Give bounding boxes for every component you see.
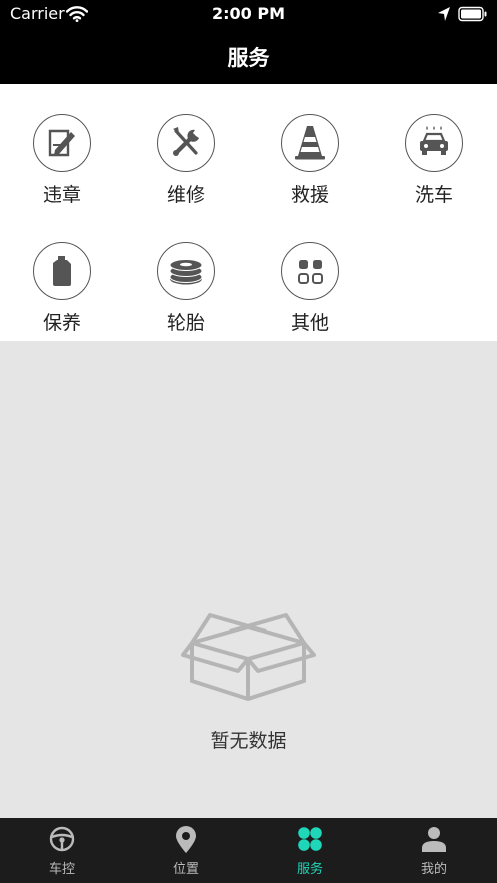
service-label: 保养 [42, 312, 81, 334]
location-arrow-icon [437, 6, 451, 26]
violation-edit-icon [33, 114, 91, 172]
tab-label: 车控 [48, 862, 75, 877]
steering-wheel-icon [49, 826, 75, 856]
service-label: 轮胎 [166, 312, 205, 334]
empty-state-text: 暂无数据 [210, 730, 287, 752]
grid-apps-icon [281, 242, 339, 300]
person-icon [421, 826, 447, 856]
service-label: 其他 [290, 312, 329, 334]
service-repair[interactable]: 维修 [124, 114, 248, 224]
service-rescue[interactable]: 救援 [248, 114, 372, 224]
service-maintenance[interactable]: 保养 [0, 242, 124, 352]
tab-label: 服务 [296, 862, 323, 877]
empty-state: 暂无数据 [0, 341, 497, 818]
nav-bar: 服务 [0, 28, 497, 84]
tab-services[interactable]: 服务 [248, 818, 372, 883]
tab-profile[interactable]: 我的 [372, 818, 496, 883]
location-pin-icon [173, 826, 199, 858]
service-label: 救援 [290, 184, 329, 206]
car-wash-icon [405, 114, 463, 172]
services-grid: 违章 维修 救援 洗车 保养 轮胎 其他 [0, 84, 497, 341]
service-other[interactable]: 其他 [248, 242, 372, 352]
tab-location[interactable]: 位置 [124, 818, 248, 883]
service-label: 洗车 [414, 184, 453, 206]
status-time: 2:00 PM [211, 4, 285, 23]
tab-vehicle-control[interactable]: 车控 [0, 818, 124, 883]
tab-bar: 车控 位置 服务 我的 [0, 818, 497, 883]
tab-label: 位置 [172, 862, 199, 877]
service-tires[interactable]: 轮胎 [124, 242, 248, 352]
service-label: 维修 [166, 184, 205, 206]
clover-grid-icon [297, 826, 323, 856]
traffic-cone-icon [281, 114, 339, 172]
empty-box-icon [180, 609, 317, 709]
oil-can-icon [33, 242, 91, 300]
repair-tools-icon [157, 114, 215, 172]
service-car-wash[interactable]: 洗车 [372, 114, 496, 224]
service-label: 违章 [42, 184, 81, 206]
status-bar: Carrier 2:00 PM [0, 0, 497, 28]
service-violation[interactable]: 违章 [0, 114, 124, 224]
tire-stack-icon [157, 242, 215, 300]
tab-label: 我的 [420, 862, 447, 877]
page-title: 服务 [227, 46, 270, 70]
battery-icon [458, 6, 488, 26]
